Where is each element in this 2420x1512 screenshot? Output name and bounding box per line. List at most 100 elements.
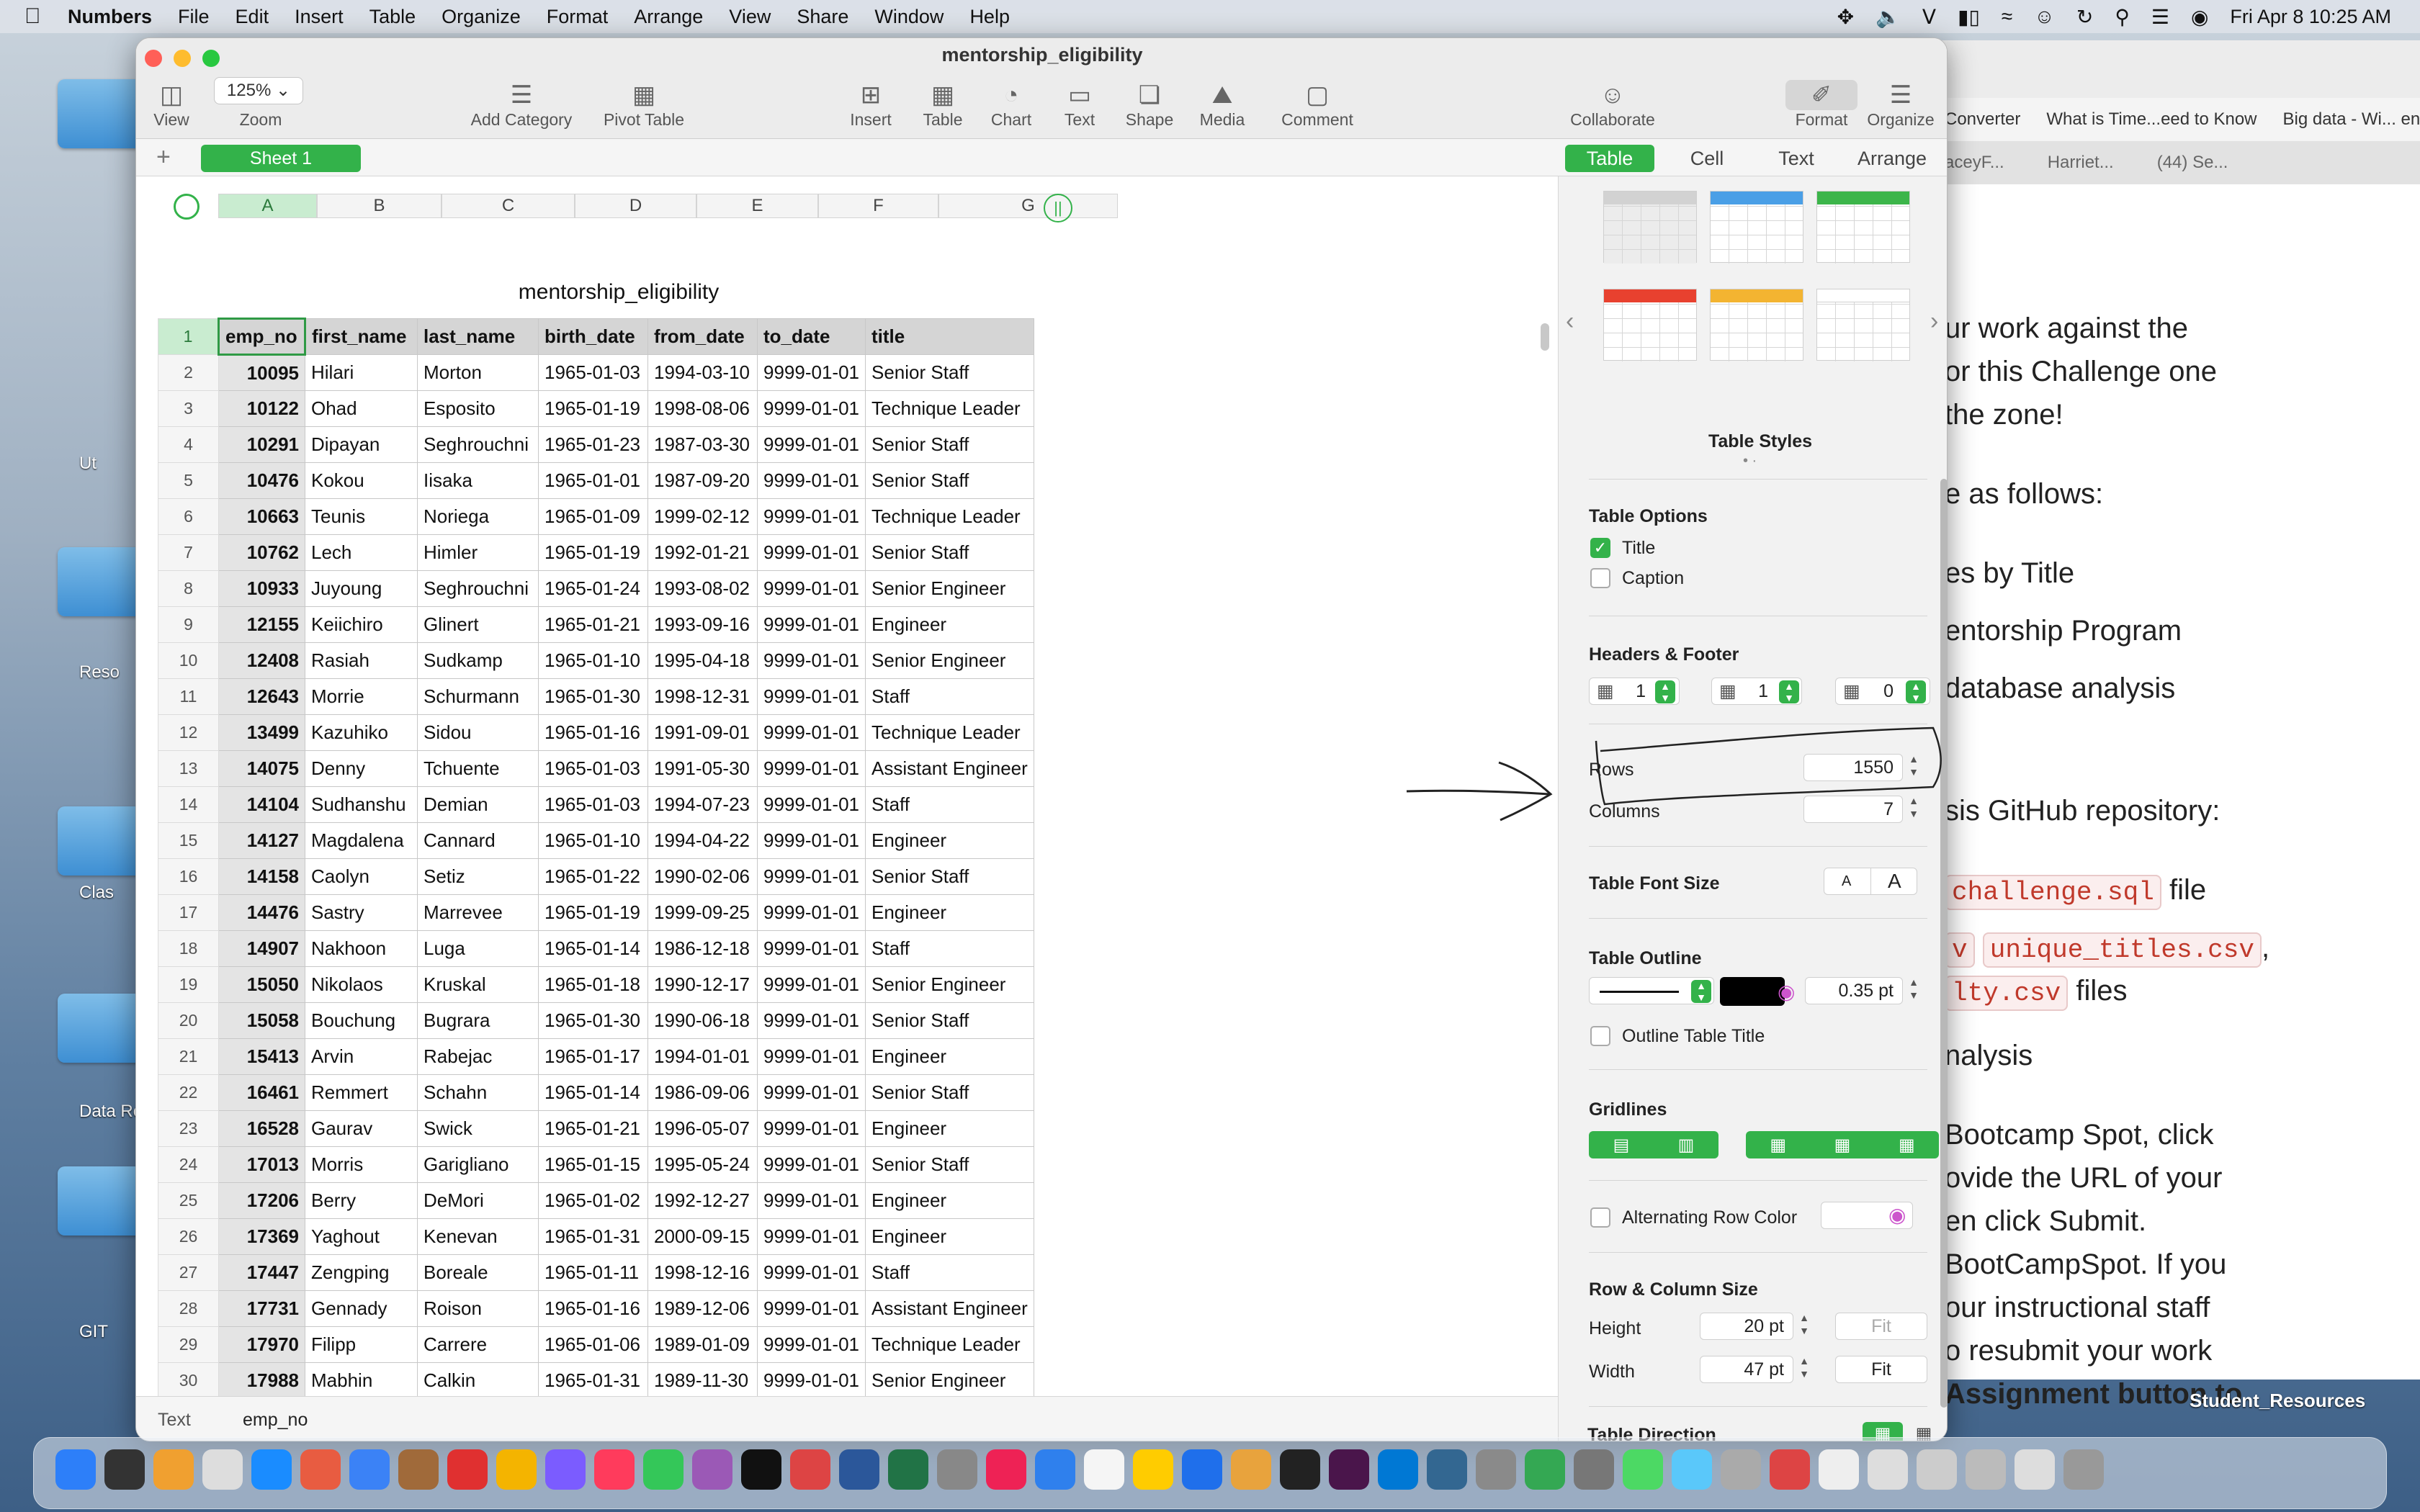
- table-cell[interactable]: 15058: [218, 1002, 305, 1039]
- table-cell[interactable]: 1989-01-09: [647, 1326, 758, 1363]
- table-cell[interactable]: 14907: [218, 930, 305, 967]
- desktop-folder-label[interactable]: Student_Resources: [2190, 1390, 2365, 1412]
- table-cell[interactable]: Senior Engineer: [865, 966, 1034, 1003]
- table-cell[interactable]: Caolyn: [305, 858, 418, 895]
- table-cell[interactable]: 17013: [218, 1146, 305, 1183]
- table-cell[interactable]: Remmert: [305, 1074, 418, 1111]
- table-cell[interactable]: 1998-08-06: [647, 390, 758, 427]
- dock-app-icon[interactable]: [1378, 1449, 1418, 1490]
- chevron-left-icon[interactable]: ‹: [1566, 307, 1574, 336]
- table-cell[interactable]: Dipayan: [305, 426, 418, 463]
- table-cell[interactable]: 9999-01-01: [757, 822, 866, 859]
- row-number[interactable]: 18: [158, 930, 219, 967]
- table-cell[interactable]: Garigliano: [417, 1146, 539, 1183]
- increase-font-button[interactable]: A: [1888, 868, 1901, 894]
- app-menu[interactable]: Numbers: [68, 6, 152, 28]
- table-cell[interactable]: 9999-01-01: [757, 390, 866, 427]
- bookmark[interactable]: What is Time...eed to Know: [2046, 109, 2257, 130]
- row-number[interactable]: 3: [158, 390, 219, 427]
- table-cell[interactable]: Arvin: [305, 1038, 418, 1075]
- row-number[interactable]: 30: [158, 1362, 219, 1399]
- table-cell[interactable]: Cannard: [417, 822, 539, 859]
- table-cell[interactable]: 14075: [218, 750, 305, 787]
- battery-icon[interactable]: ▮▯: [1958, 5, 1980, 29]
- row-number[interactable]: 27: [158, 1254, 219, 1291]
- desktop-folder[interactable]: [58, 547, 144, 616]
- table-cell[interactable]: 16528: [218, 1110, 305, 1147]
- column-width-input[interactable]: 47 pt: [1700, 1356, 1793, 1383]
- table-cell[interactable]: 13499: [218, 714, 305, 751]
- row-number[interactable]: 23: [158, 1110, 219, 1147]
- control-center-icon[interactable]: ☰: [2151, 5, 2169, 29]
- table-cell[interactable]: Kruskal: [417, 966, 539, 1003]
- table-cell[interactable]: 1965-01-23: [538, 426, 648, 463]
- column-letter-header[interactable]: F: [818, 194, 938, 218]
- table-title[interactable]: mentorship_eligibility: [218, 280, 1019, 305]
- table-cell[interactable]: 1998-12-16: [647, 1254, 758, 1291]
- dock-app-icon[interactable]: [594, 1449, 635, 1490]
- table-cell[interactable]: 9999-01-01: [757, 1290, 866, 1327]
- table-cell[interactable]: Engineer: [865, 1218, 1034, 1255]
- table-cell[interactable]: 1992-01-21: [647, 534, 758, 571]
- table-cell[interactable]: Sidou: [417, 714, 539, 751]
- table-cell[interactable]: Sastry: [305, 894, 418, 931]
- menu-window[interactable]: Window: [874, 6, 944, 28]
- table-cell[interactable]: Nikolaos: [305, 966, 418, 1003]
- table-cell[interactable]: 1994-03-10: [647, 354, 758, 391]
- table-cell[interactable]: 1965-01-22: [538, 858, 648, 895]
- table-cell[interactable]: 10291: [218, 426, 305, 463]
- table-cell[interactable]: 1965-01-18: [538, 966, 648, 1003]
- comment-button[interactable]: ▢ Comment: [1274, 80, 1361, 130]
- table-cell[interactable]: Schurmann: [417, 678, 539, 715]
- table-cell[interactable]: 1994-01-01: [647, 1038, 758, 1075]
- row-number[interactable]: 8: [158, 570, 219, 607]
- table-cell[interactable]: 1986-09-06: [647, 1074, 758, 1111]
- row-number[interactable]: 17: [158, 894, 219, 931]
- table-cell[interactable]: 14476: [218, 894, 305, 931]
- dock-app-icon[interactable]: [1084, 1449, 1124, 1490]
- table-cell[interactable]: 9999-01-01: [757, 534, 866, 571]
- table-cell[interactable]: 1965-01-15: [538, 1146, 648, 1183]
- table-cell[interactable]: Engineer: [865, 1038, 1034, 1075]
- dock-app-icon[interactable]: [1525, 1449, 1565, 1490]
- table-cell[interactable]: 1965-01-21: [538, 606, 648, 643]
- row-number[interactable]: 5: [158, 462, 219, 499]
- vertical-gridlines-icon[interactable]: ▥: [1678, 1135, 1695, 1156]
- table-cell[interactable]: 1965-01-14: [538, 930, 648, 967]
- row-number[interactable]: 6: [158, 498, 219, 535]
- dock-app-icon[interactable]: [1966, 1449, 2006, 1490]
- zoom-select[interactable]: 125% ⌄: [214, 77, 303, 104]
- row-number[interactable]: 21: [158, 1038, 219, 1075]
- table-cell[interactable]: Calkin: [417, 1362, 539, 1399]
- table-cell[interactable]: Technique Leader: [865, 498, 1034, 535]
- header-cell[interactable]: to_date: [757, 318, 866, 355]
- dock-app-icon[interactable]: [741, 1449, 781, 1490]
- dock-app-icon[interactable]: [1623, 1449, 1663, 1490]
- table-cell[interactable]: 9999-01-01: [757, 930, 866, 967]
- table-cell[interactable]: 1999-02-12: [647, 498, 758, 535]
- shape-button[interactable]: ❏ Shape: [1117, 80, 1182, 130]
- table-cell[interactable]: 1990-06-18: [647, 1002, 758, 1039]
- table-cell[interactable]: 10762: [218, 534, 305, 571]
- column-letter-header[interactable]: A: [218, 194, 317, 218]
- table-cell[interactable]: 9999-01-01: [757, 1038, 866, 1075]
- table-cell[interactable]: Filipp: [305, 1326, 418, 1363]
- column-letter-header[interactable]: C: [442, 194, 575, 218]
- table-cell[interactable]: Senior Staff: [865, 534, 1034, 571]
- table-cell[interactable]: Bugrara: [417, 1002, 539, 1039]
- column-letter-header[interactable]: D: [575, 194, 696, 218]
- table-cell[interactable]: 9999-01-01: [757, 966, 866, 1003]
- outline-title-checkbox[interactable]: [1590, 1026, 1610, 1046]
- row-number[interactable]: 9: [158, 606, 219, 643]
- table-cell[interactable]: 1999-09-25: [647, 894, 758, 931]
- table-button[interactable]: ▦ Table: [914, 80, 972, 130]
- table-cell[interactable]: 10663: [218, 498, 305, 535]
- table-style-thumbnail[interactable]: [1710, 289, 1803, 361]
- table-cell[interactable]: Lech: [305, 534, 418, 571]
- insert-button[interactable]: ⊞ Insert: [842, 80, 900, 130]
- row-height-input[interactable]: 20 pt: [1700, 1313, 1793, 1340]
- dock-app-icon[interactable]: [153, 1449, 194, 1490]
- dock-app-icon[interactable]: [692, 1449, 732, 1490]
- row-number[interactable]: 28: [158, 1290, 219, 1327]
- table-cell[interactable]: 9999-01-01: [757, 426, 866, 463]
